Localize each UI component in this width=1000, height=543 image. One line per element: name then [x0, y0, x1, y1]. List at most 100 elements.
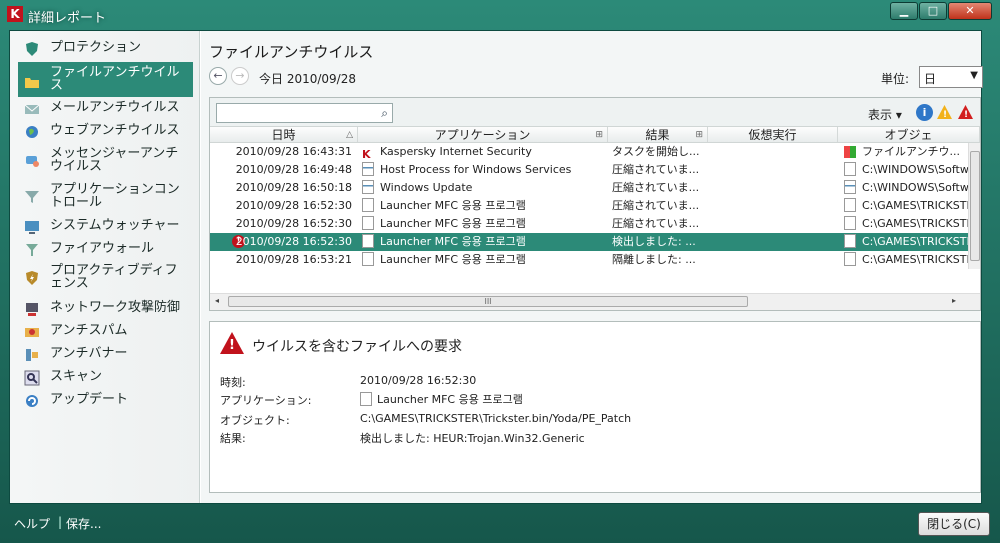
- scroll-right-icon[interactable]: ▸: [952, 296, 956, 305]
- messenger-icon: [26, 156, 39, 167]
- column-header-sandbox[interactable]: 仮想実行: [708, 127, 838, 142]
- sidebar-item-label: アプリケーションコントロール: [50, 182, 180, 210]
- antispam-icon: [25, 328, 39, 337]
- close-window-button[interactable]: ✕: [948, 2, 992, 20]
- close-button[interactable]: 閉じる(C): [918, 512, 990, 536]
- detail-result-label: 結果:: [220, 432, 246, 445]
- horizontal-scrollbar[interactable]: ◂ III ▸: [210, 293, 980, 310]
- warning-filter-icon[interactable]: !: [936, 104, 953, 121]
- svg-text:!: !: [964, 110, 968, 120]
- sidebar-item-scan[interactable]: スキャン: [18, 370, 193, 386]
- expand-icon[interactable]: ⊞: [595, 127, 603, 142]
- sidebar-item-label: メッセンジャーアンチウイルス: [50, 146, 179, 174]
- vertical-scrollbar[interactable]: [968, 143, 980, 269]
- sidebar-item-label: スキャン: [50, 369, 103, 384]
- sidebar-item-messenger-antivirus[interactable]: メッセンジャーアンチウイルス: [18, 147, 193, 177]
- table-row[interactable]: 2010/09/28 16:50:18 Windows Update 圧縮されて…: [210, 179, 968, 197]
- unit-select[interactable]: 日 ▼: [919, 66, 983, 88]
- expand-icon[interactable]: ⊞: [695, 127, 703, 142]
- horizontal-scroll-thumb[interactable]: III: [228, 296, 748, 307]
- sidebar-item-label: ウェブアンチウイルス: [50, 123, 180, 138]
- sidebar-item-proactive-defense[interactable]: プロアクティブディフェンス: [18, 264, 193, 294]
- sort-ascending-icon: △: [346, 130, 353, 140]
- application-window-icon: [362, 162, 374, 176]
- error-filter-icon[interactable]: !: [957, 104, 974, 121]
- window-title: 詳細レポート: [28, 11, 107, 26]
- sidebar-item-file-antivirus[interactable]: ファイルアンチウイルス: [18, 62, 193, 97]
- scroll-left-icon[interactable]: ◂: [215, 296, 219, 305]
- file-icon: [844, 216, 856, 230]
- event-detail-panel: ! ウイルスを含むファイルへの要求 時刻: 2010/09/28 16:52:3…: [209, 321, 981, 493]
- file-icon: [844, 162, 856, 176]
- sidebar-item-firewall[interactable]: ファイアウォール: [18, 242, 193, 258]
- table-row-selected[interactable]: ! 2010/09/28 16:52:30 Launcher MFC 응용 프로…: [210, 233, 968, 251]
- minimize-button[interactable]: ▁: [890, 2, 918, 20]
- title-bar[interactable]: K 詳細レポート ▁ □ ✕: [0, 0, 1000, 30]
- scan-icon: [24, 370, 40, 386]
- funnel-icon: [25, 191, 39, 203]
- table-header: 日時 △ アプリケーション ⊞ 結果 ⊞ 仮想実行 オブジェ: [210, 126, 980, 143]
- events-table: ⌕ 表示 ▾ i ! ! 日時 △ アプリケーション ⊞ 結果 ⊞ 仮想実行 オ…: [209, 97, 981, 311]
- detail-object-label: オブジェクト:: [220, 414, 290, 427]
- antibanner-icon: [26, 349, 38, 361]
- maximize-button[interactable]: □: [919, 2, 947, 20]
- table-toolbar: ⌕ 表示 ▾ i ! !: [210, 98, 980, 126]
- network-icon: [26, 303, 38, 316]
- file-icon: [362, 198, 374, 212]
- sidebar-item-application-control[interactable]: アプリケーションコントロール: [18, 183, 193, 213]
- application-window-icon: [844, 180, 856, 194]
- sidebar-item-label: システムウォッチャー: [50, 218, 180, 233]
- kaspersky-logo-icon: K: [7, 6, 23, 22]
- help-link[interactable]: ヘルプ: [14, 515, 50, 532]
- table-row[interactable]: 2010/09/28 16:53:21 Launcher MFC 응용 프로그램…: [210, 251, 968, 269]
- view-menu[interactable]: 表示 ▾: [868, 106, 902, 123]
- back-button[interactable]: ←: [209, 67, 227, 85]
- sidebar-item-label: アップデート: [50, 392, 129, 407]
- sidebar-item-antispam[interactable]: アンチスパム: [18, 324, 193, 340]
- column-header-object[interactable]: オブジェ: [838, 127, 980, 142]
- file-icon: [362, 234, 374, 248]
- sidebar-item-label: アンチバナー: [50, 346, 128, 361]
- page-title: ファイルアンチウイルス: [209, 43, 374, 61]
- sidebar-item-mail-antivirus[interactable]: メールアンチウイルス: [18, 101, 193, 117]
- chevron-down-icon: ▼: [970, 70, 978, 81]
- unit-select-value: 日: [924, 72, 937, 86]
- search-input[interactable]: ⌕: [216, 103, 393, 123]
- info-filter-icon[interactable]: i: [916, 104, 933, 121]
- file-icon: [362, 252, 374, 266]
- unit-label: 単位:: [881, 72, 910, 86]
- sidebar-item-update[interactable]: アップデート: [18, 393, 193, 409]
- file-icon: [362, 216, 374, 230]
- column-header-application[interactable]: アプリケーション ⊞: [358, 127, 608, 142]
- sidebar-item-label: メールアンチウイルス: [50, 100, 180, 115]
- table-row[interactable]: 2010/09/28 16:43:31 K Kaspersky Internet …: [210, 143, 968, 161]
- search-icon[interactable]: ⌕: [381, 106, 388, 121]
- sidebar-item-label: アンチスパム: [50, 323, 128, 338]
- sidebar-item-label: ファイアウォール: [50, 241, 155, 256]
- sidebar-item-protection[interactable]: プロテクション: [18, 41, 193, 57]
- detail-time-label: 時刻:: [220, 376, 246, 389]
- file-icon: [844, 198, 856, 212]
- sidebar-item-system-watcher[interactable]: システムウォッチャー: [18, 219, 193, 235]
- firewall-icon: [26, 244, 38, 256]
- sidebar-item-antibanner[interactable]: アンチバナー: [18, 347, 193, 363]
- monitor-icon: [25, 221, 39, 234]
- column-header-date[interactable]: 日時 △: [210, 127, 358, 142]
- sidebar-item-label: プロアクティブディフェンス: [50, 263, 178, 291]
- sidebar-item-network-attack-blocker[interactable]: ネットワーク攻撃防御: [18, 301, 193, 317]
- table-row[interactable]: 2010/09/28 16:52:30 Launcher MFC 응용 프로그램…: [210, 215, 968, 233]
- sidebar-item-label: ファイルアンチウイルス: [50, 65, 180, 93]
- forward-button[interactable]: →: [231, 67, 249, 85]
- detail-object-value: C:\GAMES\TRICKSTER\Trickster.bin/Yoda/PE…: [360, 412, 632, 425]
- detail-time-value: 2010/09/28 16:52:30: [360, 374, 477, 387]
- footer: ヘルプ | 保存... 閉じる(C): [0, 504, 1000, 543]
- sidebar-item-web-antivirus[interactable]: ウェブアンチウイルス: [18, 124, 193, 140]
- column-header-result[interactable]: 結果 ⊞: [608, 127, 708, 142]
- file-icon: [844, 234, 856, 248]
- globe-icon: [26, 126, 38, 138]
- vertical-scroll-thumb[interactable]: [970, 151, 980, 261]
- save-link[interactable]: 保存...: [66, 515, 101, 532]
- table-row[interactable]: 2010/09/28 16:49:48 Host Process for Win…: [210, 161, 968, 179]
- table-row[interactable]: 2010/09/28 16:52:30 Launcher MFC 응용 프로그램…: [210, 197, 968, 215]
- proactive-shield-icon: [26, 271, 38, 285]
